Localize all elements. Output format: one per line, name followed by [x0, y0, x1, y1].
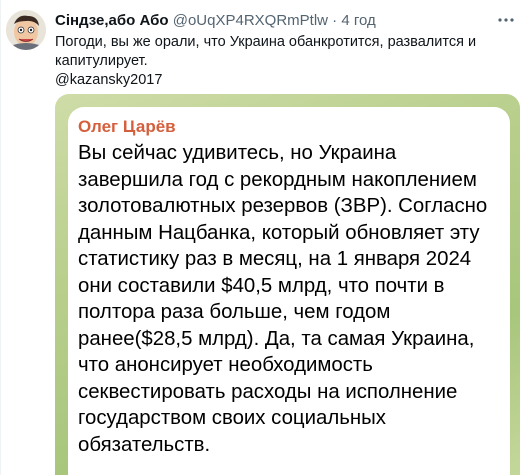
separator-dot: · [332, 12, 338, 29]
avatar[interactable] [6, 10, 46, 50]
tweet-body: Погоди, вы же орали, что Украина обанкро… [55, 34, 477, 69]
timestamp[interactable]: 4 год [341, 12, 375, 29]
tweet-text: Погоди, вы же орали, что Украина обанкро… [55, 33, 495, 90]
tweet[interactable]: Сіндзе,або Або @oUqXP4RXQRmPtlw · 4 год … [0, 0, 531, 475]
message-text: Вы сейчас удивитесь, но Украина завершил… [78, 142, 488, 456]
avatar-cartoon-icon [6, 10, 46, 50]
author-handle[interactable]: @oUqXP4RXQRmPtlw [173, 12, 328, 29]
mention-link[interactable]: @kazansky2017 [55, 71, 495, 90]
more-dots-icon[interactable] [495, 10, 517, 30]
author-name[interactable]: Сіндзе,або Або [55, 12, 169, 29]
message-bubble: Олег Царёв Вы сейчас удивитесь, но Украи… [68, 107, 510, 475]
tweet-header: Сіндзе,або Або @oUqXP4RXQRmPtlw · 4 год [55, 12, 376, 30]
more-dots-glyph [498, 18, 514, 22]
tweet-media-image[interactable]: Олег Царёв Вы сейчас удивитесь, но Украи… [55, 94, 520, 475]
message-author: Олег Царёв [78, 117, 176, 136]
